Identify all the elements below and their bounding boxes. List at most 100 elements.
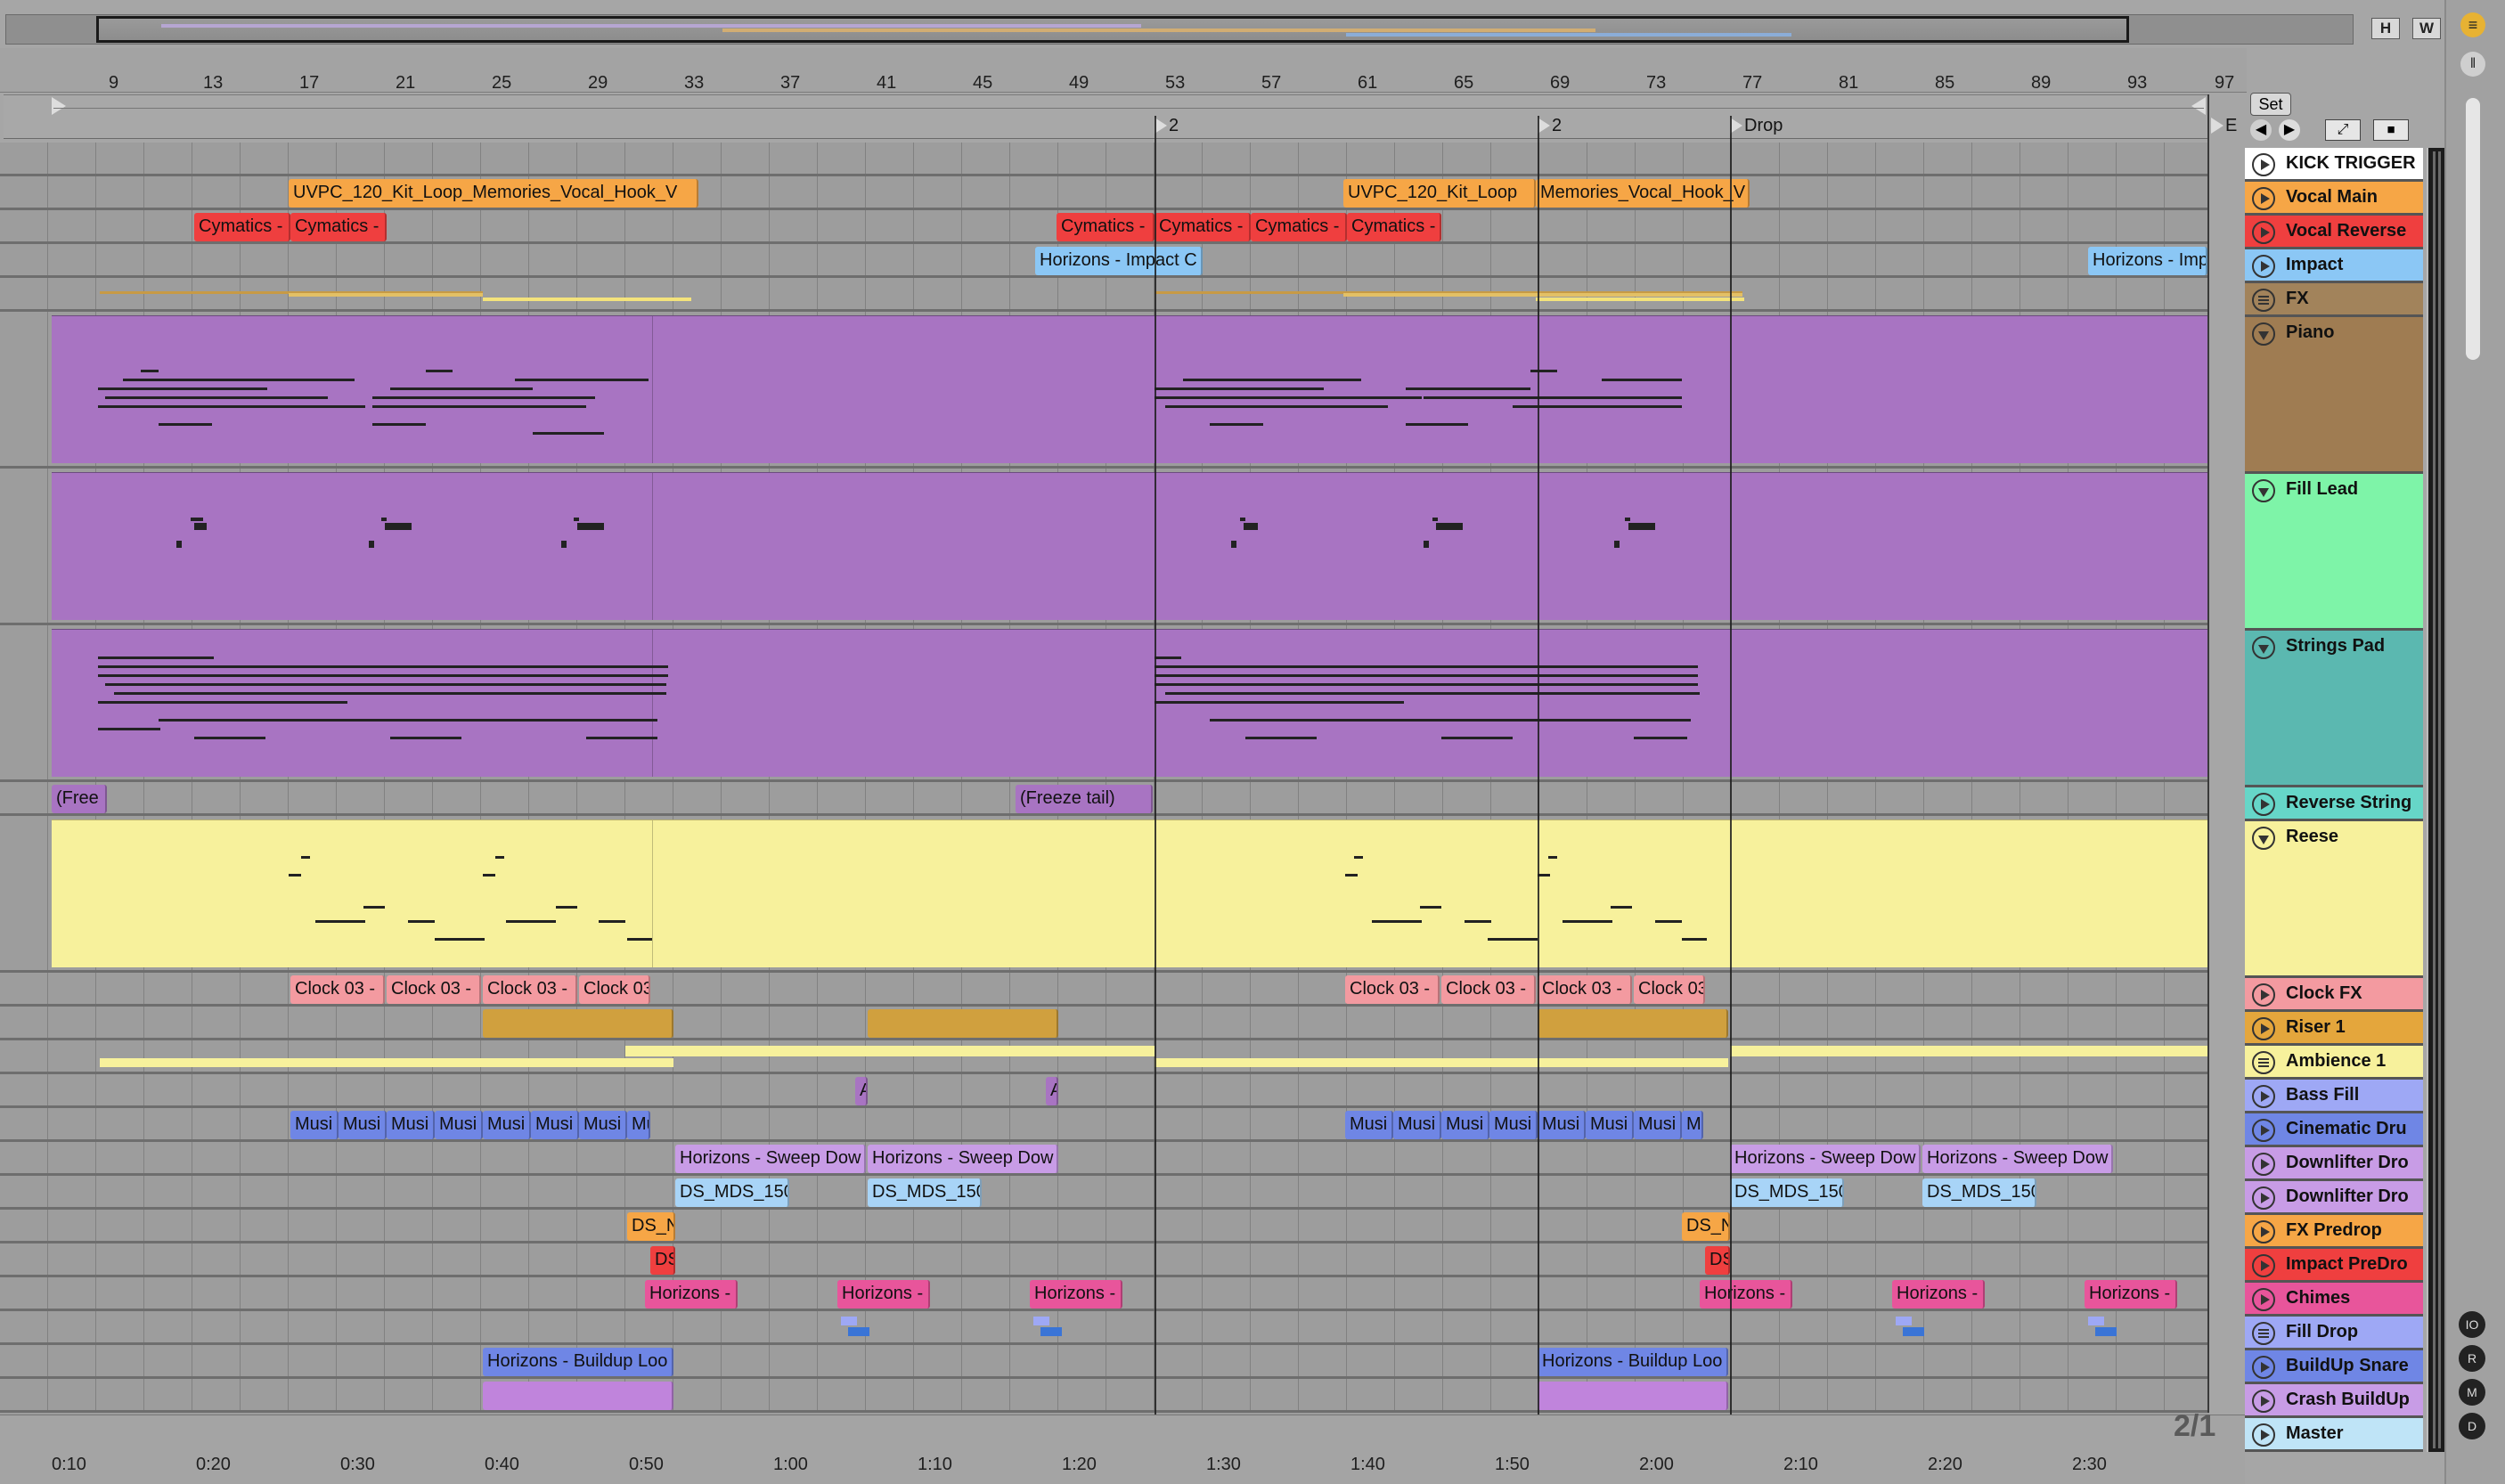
audio-clip[interactable]: A [1046, 1077, 1058, 1105]
expand-icon[interactable]: ⤢ [2325, 119, 2361, 141]
track-header-fill-drop[interactable]: Fill Drop [2245, 1317, 2423, 1350]
track-header-vocal-reverse[interactable]: Vocal Reverse [2245, 216, 2423, 249]
play-icon[interactable] [2252, 793, 2275, 816]
audio-clip[interactable]: DS_N [627, 1212, 675, 1241]
audio-clip[interactable]: Musi [483, 1111, 531, 1139]
beat-time-ruler[interactable]: 9 13 17 21 25 29 33 37 41 45 49 53 57 61… [0, 48, 2247, 93]
audio-clip[interactable]: DS [650, 1246, 675, 1275]
loop-end-marker[interactable] [2191, 97, 2206, 115]
overview-height-toggle[interactable]: H [2371, 18, 2400, 39]
track-header-cinematic-drums[interactable]: Cinematic Dru [2245, 1113, 2423, 1147]
menu-icon[interactable]: ≡ [2460, 12, 2485, 37]
audio-clip[interactable]: Clock 03 - [290, 975, 385, 1004]
play-icon[interactable] [2252, 221, 2275, 244]
audio-clip[interactable]: Clock 03 - [1345, 975, 1440, 1004]
track-lane-piano[interactable] [0, 312, 2209, 469]
track-header-master[interactable]: Master [2245, 1418, 2423, 1452]
audio-clip[interactable]: Horizons - Sweep Dow [1922, 1145, 2113, 1173]
track-header-impact[interactable]: Impact [2245, 249, 2423, 283]
track-header-downlifter-1[interactable]: Downlifter Dro [2245, 1147, 2423, 1181]
track-lane-impact[interactable]: Horizons - Impact C Horizons - Impact [0, 244, 2209, 278]
locator-bar[interactable] [4, 94, 2209, 139]
audio-clip[interactable]: Clock 03 [1634, 975, 1705, 1004]
midi-clip[interactable] [52, 315, 2207, 463]
audio-clip[interactable]: Horizons - [2085, 1280, 2177, 1309]
audio-clip[interactable]: M [1682, 1111, 1703, 1139]
play-icon[interactable] [2252, 1356, 2275, 1379]
fold-icon[interactable] [2252, 322, 2275, 346]
audio-clip[interactable]: DS_MDS_150 [1730, 1178, 1844, 1207]
group-icon[interactable] [2252, 289, 2275, 312]
track-lane-ambience-group[interactable] [0, 1040, 2209, 1074]
audio-clip[interactable]: Cymatics - [1347, 213, 1441, 241]
track-lane-clock-fx[interactable]: Clock 03 - Clock 03 - Clock 03 - Clock 0… [0, 973, 2209, 1007]
audio-clip[interactable]: Cymatics - [1251, 213, 1347, 241]
audio-clip[interactable]: DS_MDS_150 [1922, 1178, 2036, 1207]
audio-clip[interactable]: Clock 03 - [387, 975, 481, 1004]
play-icon[interactable] [2252, 1119, 2275, 1142]
locator[interactable]: E [2211, 116, 2237, 136]
audio-clip[interactable]: Horizons - [645, 1280, 738, 1309]
track-header-crash-buildup[interactable]: Crash BuildUp [2245, 1384, 2423, 1418]
audio-clip[interactable]: Clock 03 [579, 975, 650, 1004]
audio-clip[interactable]: Horizons - [1892, 1280, 1985, 1309]
audio-clip[interactable]: Horizons - [1030, 1280, 1122, 1309]
prev-locator-icon[interactable]: ◀ [2250, 119, 2272, 141]
audio-clip[interactable] [1538, 1382, 1728, 1410]
audio-clip[interactable]: Cymatics - [1155, 213, 1251, 241]
audio-clip[interactable]: UVPC_120_Kit_Loop_Memories_Vocal_Hook_V [289, 179, 698, 208]
audio-clip[interactable]: Horizons - Buildup Loo [1538, 1348, 1728, 1376]
audio-clip[interactable]: Musi [1489, 1111, 1538, 1139]
audio-clip[interactable]: Cymatics - [290, 213, 387, 241]
overview-visible-range[interactable] [96, 16, 2129, 43]
audio-clip[interactable]: Memories_Vocal_Hook_V [1536, 179, 1750, 208]
audio-clip[interactable]: Musi [1345, 1111, 1393, 1139]
audio-clip[interactable]: DS_MDS_150 [868, 1178, 982, 1207]
audio-clip[interactable]: Horizons - Sweep Dow [675, 1145, 866, 1173]
sends-toggle-icon[interactable]: R [2459, 1345, 2485, 1372]
audio-clip[interactable]: Mu [627, 1111, 650, 1139]
track-header-fx[interactable]: FX [2245, 283, 2423, 317]
midi-clip[interactable] [52, 472, 2207, 620]
audio-clip[interactable]: Clock 03 - [1538, 975, 1632, 1004]
locator[interactable]: 2 [1538, 116, 1562, 136]
audio-clip[interactable]: UVPC_120_Kit_Loop [1343, 179, 1536, 208]
group-icon[interactable] [2252, 1322, 2275, 1345]
audio-clip[interactable]: Clock 03 - [483, 975, 577, 1004]
loop-start-marker[interactable] [52, 97, 66, 115]
track-header-chimes[interactable]: Chimes [2245, 1283, 2423, 1317]
play-icon[interactable] [2252, 255, 2275, 278]
audio-clip[interactable]: Musi [1441, 1111, 1489, 1139]
locator[interactable]: 2 [1155, 116, 1179, 136]
track-header-reverse-string[interactable]: Reverse String [2245, 787, 2423, 821]
audio-clip[interactable]: DS_N [1682, 1212, 1730, 1241]
audio-clip[interactable] [483, 1009, 673, 1038]
play-icon[interactable] [2252, 1017, 2275, 1040]
track-lane-impact-predrop[interactable]: DS DS [0, 1243, 2209, 1277]
track-lane-crash-buildup[interactable] [0, 1379, 2209, 1413]
track-lane-chimes[interactable]: Horizons - Horizons - Horizons - Horizon… [0, 1277, 2209, 1311]
audio-clip[interactable]: Horizons - Sweep Dow [1730, 1145, 1921, 1173]
audio-clip[interactable]: Musi [290, 1111, 339, 1139]
track-lane-fill-lead[interactable] [0, 469, 2209, 625]
play-icon[interactable] [2252, 1186, 2275, 1210]
track-lane-bass-fill[interactable]: A A [0, 1074, 2209, 1108]
audio-clip[interactable] [868, 1009, 1058, 1038]
play-icon[interactable] [2252, 1153, 2275, 1176]
track-lane-vocal-main[interactable]: UVPC_120_Kit_Loop_Memories_Vocal_Hook_V … [0, 176, 2209, 210]
play-icon[interactable] [2252, 153, 2275, 176]
midi-clip[interactable] [52, 819, 2207, 967]
track-header-fill-lead[interactable]: Fill Lead [2245, 474, 2423, 631]
audio-clip[interactable]: Cymatics - [1057, 213, 1155, 241]
lock-icon[interactable]: ■ [2373, 119, 2409, 141]
set-locator-button[interactable]: Set [2250, 93, 2291, 116]
track-header-riser-1[interactable]: Riser 1 [2245, 1012, 2423, 1046]
track-header-bass-fill[interactable]: Bass Fill [2245, 1080, 2423, 1113]
audio-clip[interactable]: Horizons - [837, 1280, 930, 1309]
track-header-ambience-1[interactable]: Ambience 1 [2245, 1046, 2423, 1080]
arrangement-timeline[interactable]: UVPC_120_Kit_Loop_Memories_Vocal_Hook_V … [0, 143, 2209, 1415]
audio-clip[interactable]: DS [1705, 1246, 1730, 1275]
track-header-impact-predrop[interactable]: Impact PreDro [2245, 1249, 2423, 1283]
io-toggle-icon[interactable]: IO [2459, 1311, 2485, 1338]
play-icon[interactable] [2252, 1390, 2275, 1413]
